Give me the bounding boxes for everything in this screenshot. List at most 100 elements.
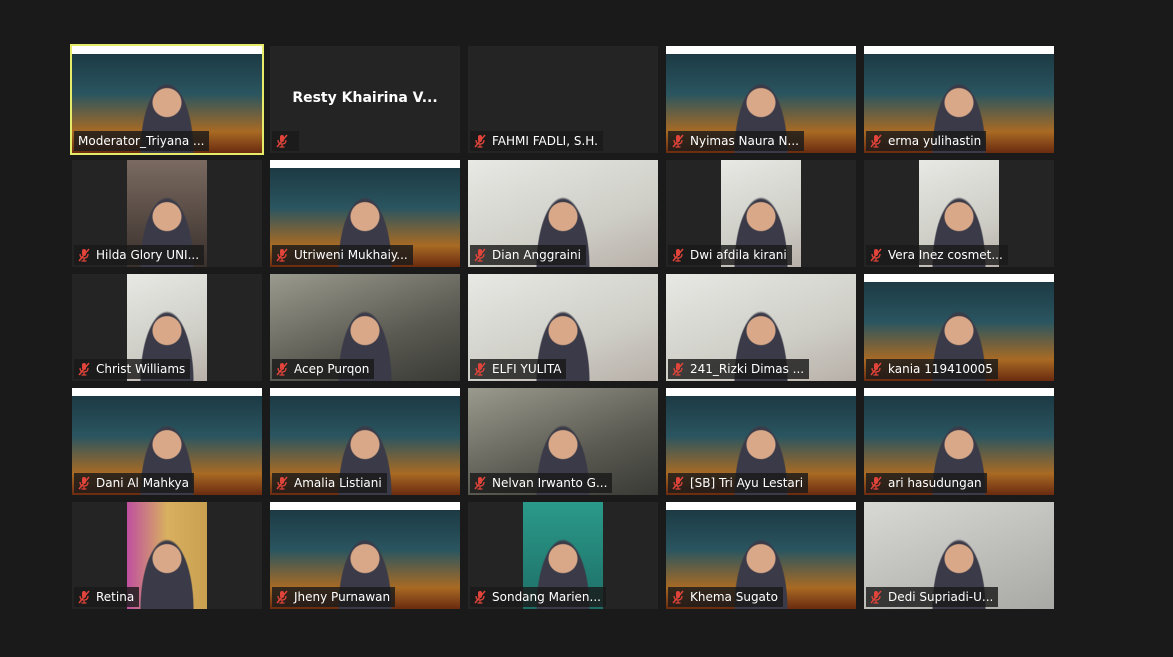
participant-name: Khema Sugato <box>690 590 778 604</box>
participant-name: Acep Purqon <box>294 362 370 376</box>
participant-name-label: Acep Purqon <box>272 359 375 379</box>
muted-mic-icon <box>474 476 486 490</box>
muted-mic-icon <box>870 476 882 490</box>
participant-name: ari hasudungan <box>888 476 982 490</box>
participant-center-name: Resty Khairina V... <box>292 90 438 106</box>
participant-name-label: Dedi Supriadi-U... <box>866 587 999 607</box>
muted-mic-icon <box>672 590 684 604</box>
muted-mic-icon <box>78 362 90 376</box>
muted-mic-icon <box>474 248 486 262</box>
participant-name-label: Utriweni Mukhaiy... <box>272 245 413 265</box>
participant-tile[interactable]: kania 119410005 <box>864 274 1054 381</box>
participant-tile[interactable]: Dian Anggraini <box>468 160 658 267</box>
muted-mic-icon <box>870 134 882 148</box>
participant-name-label: Dwi afdila kirani <box>668 245 792 265</box>
participant-name: [SB] Tri Ayu Lestari <box>690 476 804 490</box>
participant-tile[interactable]: 241_Rizki Dimas ... <box>666 274 856 381</box>
participant-tile[interactable]: Amalia Listiani <box>270 388 460 495</box>
muted-mic-icon <box>870 590 882 604</box>
participant-name: Hilda Glory UNI... <box>96 248 200 262</box>
participant-tile[interactable]: Acep Purqon <box>270 274 460 381</box>
participant-silhouette <box>140 539 194 609</box>
participant-name-label: Nyimas Naura N... <box>668 131 804 151</box>
participant-name: ELFI YULITA <box>492 362 562 376</box>
muted-mic-icon <box>672 134 684 148</box>
participant-tile[interactable]: Moderator_Triyana ... <box>70 44 264 155</box>
participant-name: Amalia Listiani <box>294 476 382 490</box>
muted-mic-icon <box>474 590 486 604</box>
participant-tile[interactable]: Dani Al Mahkya <box>72 388 262 495</box>
participant-tile[interactable]: Dwi afdila kirani <box>666 160 856 267</box>
participant-name-label: Khema Sugato <box>668 587 783 607</box>
participant-name-label: 241_Rizki Dimas ... <box>668 359 810 379</box>
participant-name: Moderator_Triyana ... <box>78 134 205 148</box>
muted-mic-icon <box>276 590 288 604</box>
participant-name: Retina <box>96 590 135 604</box>
muted-mic-icon <box>78 476 90 490</box>
participant-name: kania 119410005 <box>888 362 993 376</box>
participant-tile[interactable]: Resty Khairina V... <box>270 46 460 153</box>
participant-name-label: Jheny Purnawan <box>272 587 396 607</box>
participant-tile[interactable]: Nelvan Irwanto G... <box>468 388 658 495</box>
participant-tile[interactable]: Sondang Marien... <box>468 502 658 609</box>
muted-mic-icon <box>474 134 486 148</box>
participant-name: Vera Inez cosmet... <box>888 248 1003 262</box>
participant-name-label: [SB] Tri Ayu Lestari <box>668 473 809 493</box>
participant-name: Jheny Purnawan <box>294 590 391 604</box>
participant-name-label <box>272 131 299 151</box>
participant-tile[interactable]: Khema Sugato <box>666 502 856 609</box>
participant-name-label: erma yulihastin <box>866 131 987 151</box>
muted-mic-icon <box>870 248 882 262</box>
muted-mic-icon <box>276 362 288 376</box>
participant-name-label: ELFI YULITA <box>470 359 567 379</box>
participant-tile[interactable]: Vera Inez cosmet... <box>864 160 1054 267</box>
participant-name-label: FAHMI FADLI, S.H. <box>470 131 603 151</box>
participant-name-label: Sondang Marien... <box>470 587 606 607</box>
participant-name-label: Christ Williams <box>74 359 191 379</box>
participant-name-label: kania 119410005 <box>866 359 998 379</box>
muted-mic-icon <box>672 476 684 490</box>
participant-tile[interactable]: Utriweni Mukhaiy... <box>270 160 460 267</box>
participant-name: Nyimas Naura N... <box>690 134 799 148</box>
participant-name: erma yulihastin <box>888 134 982 148</box>
participant-tile[interactable]: [SB] Tri Ayu Lestari <box>666 388 856 495</box>
participant-name-label: Dani Al Mahkya <box>74 473 194 493</box>
participant-tile[interactable]: Jheny Purnawan <box>270 502 460 609</box>
participant-tile[interactable]: Hilda Glory UNI... <box>72 160 262 267</box>
muted-mic-icon <box>78 590 90 604</box>
gallery-view: Moderator_Triyana ... Resty Khairina V...… <box>70 44 1054 609</box>
muted-mic-icon <box>672 362 684 376</box>
participant-name: Dedi Supriadi-U... <box>888 590 994 604</box>
participant-name-label: ari hasudungan <box>866 473 987 493</box>
participant-name-label: Hilda Glory UNI... <box>74 245 205 265</box>
muted-mic-icon <box>870 362 882 376</box>
participant-name: Dwi afdila kirani <box>690 248 787 262</box>
participant-name-label: Amalia Listiani <box>272 473 387 493</box>
muted-mic-icon <box>474 362 486 376</box>
participant-tile[interactable]: Nyimas Naura N... <box>666 46 856 153</box>
participant-name: Christ Williams <box>96 362 186 376</box>
muted-mic-icon <box>672 248 684 262</box>
participant-tile[interactable]: Retina <box>72 502 262 609</box>
participant-name: 241_Rizki Dimas ... <box>690 362 805 376</box>
muted-mic-icon <box>78 248 90 262</box>
participant-name-label: Moderator_Triyana ... <box>74 131 210 151</box>
muted-mic-icon <box>276 476 288 490</box>
participant-tile[interactable]: erma yulihastin <box>864 46 1054 153</box>
muted-mic-icon <box>276 134 288 148</box>
participant-tile[interactable]: FAHMI FADLI, S.H. <box>468 46 658 153</box>
participant-name: Nelvan Irwanto G... <box>492 476 608 490</box>
participant-name: FAHMI FADLI, S.H. <box>492 134 598 148</box>
participant-name-label: Retina <box>74 587 140 607</box>
participant-tile[interactable]: ari hasudungan <box>864 388 1054 495</box>
muted-mic-icon <box>276 248 288 262</box>
participant-name: Dani Al Mahkya <box>96 476 189 490</box>
participant-tile[interactable]: Dedi Supriadi-U... <box>864 502 1054 609</box>
participant-name-label: Dian Anggraini <box>470 245 586 265</box>
participant-name: Utriweni Mukhaiy... <box>294 248 408 262</box>
participant-name-label: Nelvan Irwanto G... <box>470 473 613 493</box>
participant-name: Sondang Marien... <box>492 590 601 604</box>
participant-name-label: Vera Inez cosmet... <box>866 245 1008 265</box>
participant-tile[interactable]: Christ Williams <box>72 274 262 381</box>
participant-tile[interactable]: ELFI YULITA <box>468 274 658 381</box>
